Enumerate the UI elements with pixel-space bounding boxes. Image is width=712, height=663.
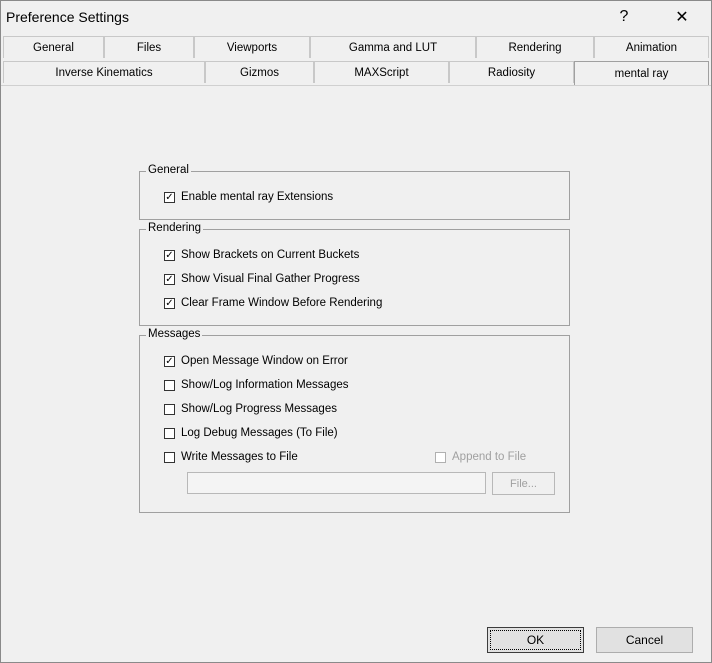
log-debug-checkbox-row[interactable]: Log Debug Messages (To File) xyxy=(164,425,338,441)
tab-viewports[interactable]: Viewports xyxy=(194,36,310,58)
log-debug-checkbox[interactable] xyxy=(164,427,175,439)
show-brackets-checkbox-row[interactable]: Show Brackets on Current Buckets xyxy=(164,247,359,263)
tab-inverse-kinematics[interactable]: Inverse Kinematics xyxy=(3,61,205,83)
write-to-file-checkbox[interactable] xyxy=(164,451,175,463)
clear-frame-label: Clear Frame Window Before Rendering xyxy=(181,297,383,309)
log-info-label: Show/Log Information Messages xyxy=(181,379,349,391)
tab-row-2: Inverse Kinematics Gizmos MAXScript Radi… xyxy=(3,61,709,85)
append-to-file-label: Append to File xyxy=(452,451,527,463)
tab-divider xyxy=(1,85,711,86)
message-file-path-input[interactable] xyxy=(187,472,486,494)
tab-gizmos[interactable]: Gizmos xyxy=(205,61,314,83)
log-debug-label: Log Debug Messages (To File) xyxy=(181,427,338,439)
show-fg-progress-checkbox-row[interactable]: Show Visual Final Gather Progress xyxy=(164,271,360,287)
group-rendering-label: Rendering xyxy=(146,222,204,234)
log-progress-label: Show/Log Progress Messages xyxy=(181,403,337,415)
enable-extensions-checkbox-row[interactable]: Enable mental ray Extensions xyxy=(164,189,333,205)
tab-animation[interactable]: Animation xyxy=(594,36,709,58)
open-on-error-checkbox-row[interactable]: Open Message Window on Error xyxy=(164,353,348,369)
window-title: Preference Settings xyxy=(6,9,129,25)
open-on-error-label: Open Message Window on Error xyxy=(181,355,348,367)
write-to-file-label: Write Messages to File xyxy=(181,451,298,463)
tab-mental-ray[interactable]: mental ray xyxy=(574,61,709,85)
tab-row-1: General Files Viewports Gamma and LUT Re… xyxy=(3,36,709,60)
title-bar: Preference Settings ? ✕ xyxy=(1,1,711,34)
tab-files[interactable]: Files xyxy=(104,36,194,58)
log-info-checkbox[interactable] xyxy=(164,379,175,391)
append-to-file-checkbox-row[interactable]: Append to File xyxy=(435,449,526,465)
close-icon: ✕ xyxy=(675,9,689,26)
preference-settings-dialog: Preference Settings ? ✕ General Files Vi… xyxy=(0,0,712,663)
group-messages-label: Messages xyxy=(146,328,203,340)
enable-extensions-label: Enable mental ray Extensions xyxy=(181,191,334,203)
tab-maxscript[interactable]: MAXScript xyxy=(314,61,449,83)
show-fg-progress-checkbox[interactable] xyxy=(164,273,175,285)
append-to-file-checkbox[interactable] xyxy=(435,451,446,463)
tab-general[interactable]: General xyxy=(3,36,104,58)
ok-button[interactable]: OK xyxy=(487,627,584,653)
cancel-button[interactable]: Cancel xyxy=(596,627,693,653)
tab-radiosity[interactable]: Radiosity xyxy=(449,61,574,83)
group-rendering: Rendering Show Brackets on Current Bucke… xyxy=(139,222,570,326)
close-button[interactable]: ✕ xyxy=(659,1,705,33)
file-browse-button[interactable]: File... xyxy=(492,472,555,495)
write-to-file-checkbox-row[interactable]: Write Messages to File xyxy=(164,449,298,465)
open-on-error-checkbox[interactable] xyxy=(164,355,175,367)
log-progress-checkbox[interactable] xyxy=(164,403,175,415)
clear-frame-checkbox[interactable] xyxy=(164,297,175,309)
tab-gamma-and-lut[interactable]: Gamma and LUT xyxy=(310,36,476,58)
help-icon: ? xyxy=(619,8,629,25)
log-info-checkbox-row[interactable]: Show/Log Information Messages xyxy=(164,377,348,393)
show-fg-progress-label: Show Visual Final Gather Progress xyxy=(181,273,360,285)
show-brackets-label: Show Brackets on Current Buckets xyxy=(181,249,360,261)
group-general-label: General xyxy=(146,164,191,176)
group-messages: Messages Open Message Window on Error Sh… xyxy=(139,328,570,513)
enable-extensions-checkbox[interactable] xyxy=(164,191,175,203)
help-button[interactable]: ? xyxy=(601,1,647,33)
tab-rendering[interactable]: Rendering xyxy=(476,36,594,58)
log-progress-checkbox-row[interactable]: Show/Log Progress Messages xyxy=(164,401,337,417)
group-general: General Enable mental ray Extensions xyxy=(139,164,570,220)
show-brackets-checkbox[interactable] xyxy=(164,249,175,261)
clear-frame-checkbox-row[interactable]: Clear Frame Window Before Rendering xyxy=(164,295,382,311)
